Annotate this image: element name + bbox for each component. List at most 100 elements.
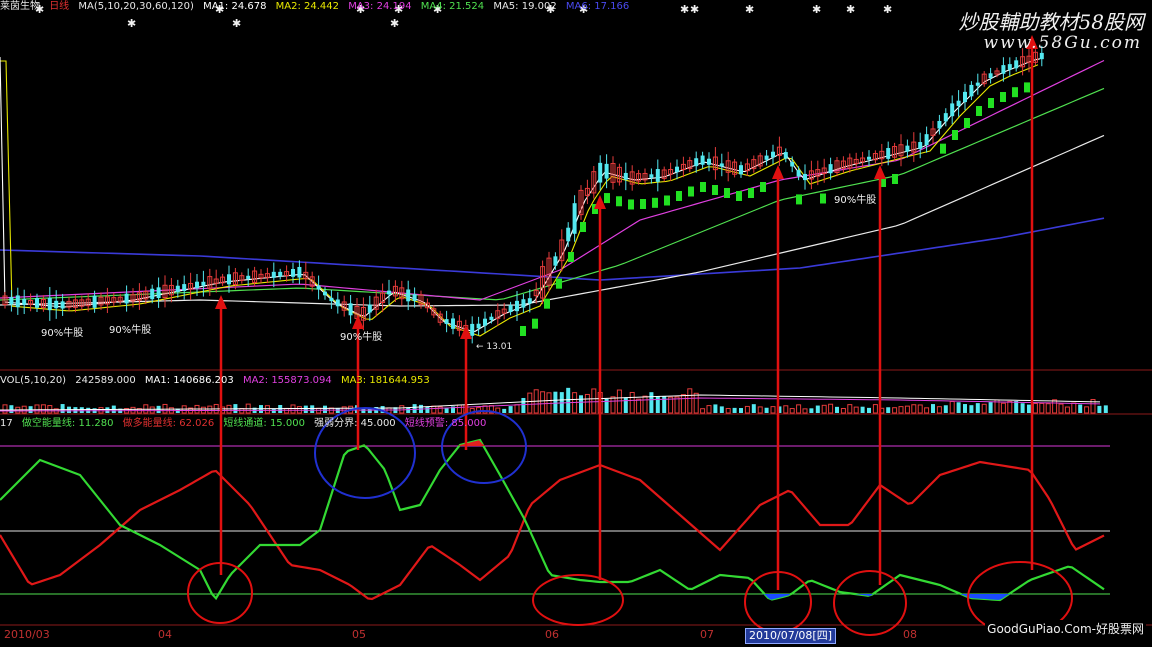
volume-bar <box>700 408 706 414</box>
candle-body <box>988 73 993 79</box>
volume-bar <box>399 405 405 414</box>
volume-bar <box>783 405 789 414</box>
candle-body <box>598 162 603 183</box>
volume-bar <box>323 405 327 413</box>
ma3-line <box>0 59 1105 301</box>
markup-arrow-head <box>215 295 227 309</box>
volume-bar <box>591 388 597 414</box>
vol-label: VOL(5,10,20) <box>0 375 67 386</box>
signal-square <box>568 252 574 262</box>
volume-bar <box>616 389 622 414</box>
strength-value: 强弱分界: 45.000 <box>314 418 396 429</box>
volume-bar <box>40 404 46 414</box>
volume-bar <box>566 387 571 413</box>
watermark-bottom: GoodGuPiao.Com-好股票网 <box>985 620 1146 637</box>
volume-bar <box>981 403 987 414</box>
signal-square <box>700 182 706 192</box>
candle-body <box>521 299 526 308</box>
date-label: 08 <box>903 628 917 641</box>
ma5-value: MA5: 19.002 <box>493 1 557 12</box>
candle-body <box>406 289 411 302</box>
ma4-line <box>0 87 1105 301</box>
volume-bar <box>693 392 699 414</box>
signal-square <box>1024 82 1030 93</box>
candle-body <box>483 318 487 326</box>
candle-body <box>35 298 39 308</box>
volume-bar <box>649 392 654 413</box>
candle-body <box>924 134 929 146</box>
volume-bar <box>1058 403 1064 414</box>
candle-body <box>975 82 980 86</box>
volume-bar <box>1064 406 1070 414</box>
signal-square <box>760 182 766 192</box>
volume-bar <box>655 396 660 413</box>
candle-body <box>719 163 724 167</box>
volume-panel-header: VOL(5,10,20) 242589.000 MA1: 140686.203 … <box>0 374 520 388</box>
candle-body <box>918 142 923 149</box>
volume-bar <box>2 404 8 414</box>
bull-label-3: 90%牛股 <box>340 332 383 343</box>
volume-bar <box>310 405 315 413</box>
volume-bar <box>988 402 993 413</box>
signal-square <box>736 191 742 201</box>
volume-bar <box>425 406 430 413</box>
volume-bar <box>931 404 935 413</box>
ma1-value: MA1: 24.678 <box>203 1 267 12</box>
candle-body <box>470 323 475 336</box>
date-label: 05 <box>352 628 366 641</box>
date-label: 04 <box>158 628 172 641</box>
candle-body <box>527 298 532 304</box>
signal-square <box>892 174 898 184</box>
signal-square <box>640 199 646 209</box>
candle-body <box>156 287 161 299</box>
candle-body <box>182 284 187 292</box>
signal-square <box>556 278 562 289</box>
signal-square <box>676 191 682 201</box>
volume-bar <box>764 407 769 413</box>
markup-circle-red <box>532 574 624 626</box>
volume-bar <box>936 406 942 414</box>
volume-bar <box>610 396 616 414</box>
volume-bar <box>815 405 820 413</box>
long-energy-value: 做多能量线: 62.026 <box>122 418 215 429</box>
volume-bar <box>674 396 680 414</box>
candle-body <box>201 281 206 286</box>
candle-body <box>246 275 251 279</box>
volume-bar <box>406 407 411 413</box>
volume-bar <box>886 407 891 413</box>
candle-body <box>124 293 129 304</box>
volume-bar <box>34 404 40 414</box>
volume-bar <box>502 408 507 413</box>
kline-chart[interactable]: ✱ ✱ ✱ ✱ ✱ ✱ ✱ ✱ ✱ ✱ ✱ ✱✱ ✱ ✱✱ <box>0 0 1152 647</box>
short-energy-line <box>0 438 1105 602</box>
volume-bar <box>546 392 552 414</box>
volume-bar <box>770 406 776 414</box>
candle-body <box>783 152 788 159</box>
volume-bar <box>521 397 526 413</box>
signal-star: ✱ <box>232 17 241 30</box>
candle-body <box>969 84 974 97</box>
candle-body <box>790 162 795 167</box>
volume-bar <box>579 395 583 413</box>
candle-body <box>649 174 654 178</box>
ma5-line <box>0 134 1105 307</box>
signal-square <box>1012 87 1018 98</box>
volume-bar <box>867 407 871 413</box>
volume-bar <box>835 406 839 413</box>
volume-bar <box>840 407 846 414</box>
candle-body <box>175 285 180 292</box>
volume-bar <box>956 402 961 413</box>
volume-bar <box>809 408 814 413</box>
candle-body <box>489 316 494 320</box>
low-price-value: 13.01 <box>486 342 513 352</box>
candle-body <box>572 203 577 234</box>
volume-bar <box>949 400 955 414</box>
candle-body <box>54 300 59 309</box>
volume-bar <box>713 404 718 413</box>
signal-square <box>664 195 670 206</box>
signal-square <box>976 106 982 116</box>
signal-square <box>628 199 634 210</box>
signal-square <box>952 130 958 140</box>
candle-body <box>323 291 327 296</box>
volume-bar <box>789 408 795 414</box>
